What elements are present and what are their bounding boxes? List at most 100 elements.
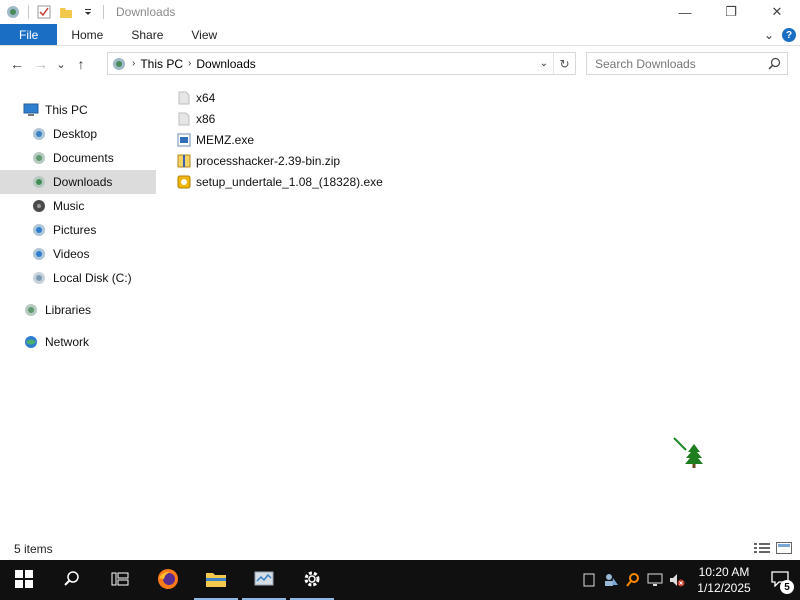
- file-name: processhacker-2.39-bin.zip: [196, 153, 341, 168]
- sidebar-item-label: Music: [53, 199, 85, 213]
- network-status-icon[interactable]: [644, 560, 666, 600]
- action-center-button[interactable]: 5: [760, 560, 800, 600]
- taskbar-task-manager[interactable]: [240, 560, 288, 600]
- taskbar-file-explorer[interactable]: [192, 560, 240, 600]
- refresh-button[interactable]: ↻: [553, 53, 575, 74]
- task-view-button[interactable]: [96, 560, 144, 600]
- properties-icon[interactable]: [36, 4, 52, 20]
- list-item[interactable]: setup_undertale_1.08_(18328).exe: [176, 171, 576, 192]
- new-folder-icon[interactable]: [58, 4, 74, 20]
- taskbar-search-button[interactable]: [48, 560, 96, 600]
- sidebar-item-label: Local Disk (C:): [53, 271, 132, 285]
- ribbon-right-controls: ⌄ ?: [764, 24, 796, 46]
- sidebar-item-desktop[interactable]: Desktop: [0, 122, 156, 146]
- file-name: x64: [196, 90, 216, 105]
- window-title: Downloads: [116, 5, 176, 19]
- sidebar-item-local-disk[interactable]: Local Disk (C:): [0, 266, 156, 290]
- tablet-mode-icon[interactable]: [578, 560, 600, 600]
- recent-locations-button[interactable]: ⌄: [54, 53, 68, 75]
- clock-date: 1/12/2025: [697, 581, 751, 595]
- firefox-icon: [157, 568, 179, 593]
- task-view-icon: [111, 571, 129, 590]
- installer-icon: [176, 174, 192, 190]
- clock-time: 10:20 AM: [698, 565, 750, 579]
- sidebar-item-music[interactable]: Music: [0, 194, 156, 218]
- breadcrumb-this-pc[interactable]: This PC: [140, 57, 183, 71]
- sidebar-item-documents[interactable]: Documents: [0, 146, 156, 170]
- search-input[interactable]: Search Downloads: [595, 57, 696, 71]
- taskbar-settings[interactable]: [288, 560, 336, 600]
- videos-icon: [31, 246, 47, 262]
- libraries-icon: [23, 302, 39, 318]
- maximize-button[interactable]: ❐: [708, 0, 754, 24]
- breadcrumb-separator[interactable]: ›: [132, 58, 135, 69]
- sidebar-item-videos[interactable]: Videos: [0, 242, 156, 266]
- minimize-button[interactable]: —: [662, 0, 708, 24]
- list-item[interactable]: processhacker-2.39-bin.zip: [176, 150, 576, 171]
- sidebar-item-network[interactable]: Network: [0, 330, 156, 354]
- taskbar-firefox[interactable]: [144, 560, 192, 600]
- folder-icon: [176, 90, 192, 106]
- people-icon[interactable]: [600, 560, 622, 600]
- disk-icon: [31, 270, 47, 286]
- tab-share[interactable]: Share: [117, 24, 177, 45]
- large-icons-view-icon[interactable]: [776, 541, 792, 555]
- clock[interactable]: 10:20 AM 1/12/2025: [688, 564, 760, 596]
- task-manager-icon: [253, 570, 275, 591]
- downloads-icon: [31, 174, 47, 190]
- toolbar-divider: [28, 5, 29, 19]
- start-icon: [15, 569, 33, 591]
- back-button[interactable]: ←: [6, 53, 28, 75]
- zip-icon: [176, 153, 192, 169]
- view-toggle: [754, 541, 792, 555]
- pictures-icon: [31, 222, 47, 238]
- status-bar: 5 items: [0, 538, 800, 560]
- up-button[interactable]: ↑: [70, 53, 92, 75]
- desktop-icon: [31, 126, 47, 142]
- breadcrumb-downloads[interactable]: Downloads: [196, 57, 255, 71]
- notification-count-badge: 5: [780, 580, 794, 594]
- system-tray: 10:20 AM 1/12/2025 5: [578, 560, 800, 600]
- tab-view[interactable]: View: [177, 24, 231, 45]
- system-menu-icon[interactable]: [5, 4, 21, 20]
- help-icon[interactable]: ?: [782, 28, 796, 42]
- forward-button[interactable]: →: [30, 53, 52, 75]
- search-icon: [768, 57, 781, 73]
- list-item[interactable]: MEMZ.exe: [176, 129, 576, 150]
- list-item[interactable]: x64: [176, 87, 576, 108]
- details-view-icon[interactable]: [754, 541, 770, 555]
- address-bar[interactable]: › This PC › Downloads ⌄ ↻: [107, 52, 576, 75]
- list-item[interactable]: x86: [176, 108, 576, 129]
- start-button[interactable]: [0, 560, 48, 600]
- title-bar: Downloads — ❐ ✕: [0, 0, 800, 24]
- navigation-pane: This PC Desktop Documents Downloads Musi…: [0, 98, 156, 354]
- quick-access-toolbar: [0, 0, 108, 24]
- tab-home[interactable]: Home: [57, 24, 117, 45]
- sidebar-item-label: Downloads: [53, 175, 113, 189]
- network-icon: [23, 334, 39, 350]
- sidebar-item-pictures[interactable]: Pictures: [0, 218, 156, 242]
- file-name: x86: [196, 111, 216, 126]
- process-hacker-icon[interactable]: [622, 560, 644, 600]
- file-name: setup_undertale_1.08_(18328).exe: [196, 174, 383, 189]
- tree-icon: [672, 436, 708, 472]
- sidebar-item-label: This PC: [45, 103, 88, 117]
- sidebar-item-label: Videos: [53, 247, 90, 261]
- sidebar-item-this-pc[interactable]: This PC: [0, 98, 156, 122]
- folder-icon: [176, 111, 192, 127]
- sidebar-item-libraries[interactable]: Libraries: [0, 298, 156, 322]
- search-icon: [63, 570, 81, 591]
- address-dropdown-button[interactable]: ⌄: [537, 53, 551, 74]
- expand-ribbon-icon[interactable]: ⌄: [764, 28, 774, 42]
- item-count: 5 items: [14, 542, 53, 556]
- breadcrumb-separator[interactable]: ›: [188, 58, 191, 69]
- customize-toolbar-icon[interactable]: [80, 4, 96, 20]
- close-button[interactable]: ✕: [754, 0, 800, 24]
- sidebar-item-downloads[interactable]: Downloads: [0, 170, 156, 194]
- file-explorer-icon: [205, 570, 227, 591]
- exe-icon: [176, 132, 192, 148]
- volume-muted-icon[interactable]: [666, 560, 688, 600]
- search-box[interactable]: Search Downloads: [586, 52, 788, 75]
- tab-file[interactable]: File: [0, 24, 58, 45]
